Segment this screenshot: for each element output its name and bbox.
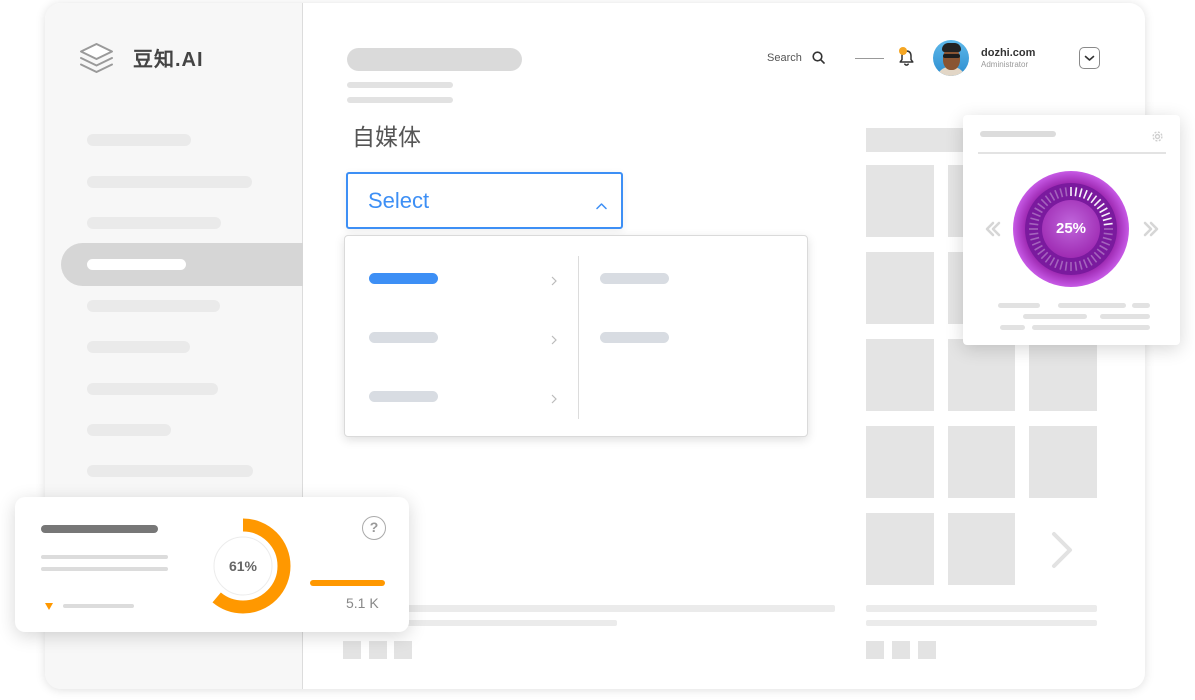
category-select[interactable]: Select <box>346 172 623 229</box>
pagination-button[interactable] <box>369 641 387 659</box>
gallery-thumbnail[interactable] <box>866 513 934 585</box>
sidebar-item[interactable] <box>87 465 253 477</box>
pagination-button[interactable] <box>918 641 936 659</box>
text-placeholder <box>1000 325 1025 330</box>
avatar[interactable] <box>933 40 969 76</box>
chevron-right-icon <box>551 332 557 345</box>
gauge-dial: 25% <box>1013 171 1129 287</box>
user-role: Administrator <box>981 60 1029 69</box>
section-title: 自媒体 <box>352 124 421 150</box>
gauge-card: 25% <box>963 115 1180 345</box>
option-label-placeholder <box>600 273 669 284</box>
sidebar-item[interactable] <box>87 134 191 146</box>
avatar-hair <box>942 43 961 52</box>
question-circle-icon[interactable] <box>362 516 386 540</box>
caret-down-icon <box>45 603 53 610</box>
dropdown-option[interactable] <box>345 379 577 413</box>
pagination-button[interactable] <box>394 641 412 659</box>
option-label-placeholder <box>369 332 438 343</box>
text-placeholder <box>41 555 168 559</box>
chevron-down-icon <box>1080 48 1099 68</box>
pagination-button[interactable] <box>892 641 910 659</box>
sidebar-item[interactable] <box>87 341 190 353</box>
notification-dot <box>899 47 907 55</box>
page-title-placeholder <box>347 48 522 71</box>
option-label-placeholder <box>600 332 669 343</box>
header-divider <box>855 58 884 59</box>
page-subtitle-placeholder <box>347 82 453 88</box>
card-title-placeholder <box>41 525 158 533</box>
avatar-glasses <box>943 54 960 58</box>
gallery-thumbnail[interactable] <box>948 426 1015 498</box>
text-placeholder <box>1058 303 1126 308</box>
dropdown-option-active[interactable] <box>345 261 577 295</box>
gallery-thumbnail[interactable] <box>1029 426 1097 498</box>
dropdown-sub-option[interactable] <box>579 261 807 295</box>
app-stage: 豆知.AI Search dozhi.com Administrator 自媒体… <box>0 0 1195 700</box>
sidebar-item[interactable] <box>87 424 171 436</box>
double-chevron-right-icon[interactable] <box>1143 221 1159 237</box>
stats-card: 61% 5.1 K <box>15 497 409 632</box>
bell-icon[interactable] <box>898 47 915 67</box>
pagination-button[interactable] <box>866 641 884 659</box>
text-placeholder <box>866 620 1097 626</box>
pagination-button[interactable] <box>343 641 361 659</box>
text-placeholder <box>63 604 134 608</box>
logo-text: 豆知.AI <box>133 49 204 71</box>
metric-bar <box>310 580 385 586</box>
card-title-placeholder <box>980 131 1056 137</box>
gear-icon[interactable] <box>1152 129 1163 142</box>
card-divider <box>978 152 1166 154</box>
text-placeholder <box>1032 325 1150 330</box>
select-value: Select <box>368 188 430 213</box>
donut-chart: 61% <box>195 518 291 614</box>
page-subtitle-placeholder <box>347 97 453 103</box>
sidebar-item[interactable] <box>87 217 221 229</box>
text-placeholder <box>998 303 1040 308</box>
gallery-thumbnail[interactable] <box>866 252 934 324</box>
select-dropdown-panel <box>344 235 808 437</box>
gallery-thumbnail[interactable] <box>866 339 934 411</box>
chevron-right-icon[interactable] <box>1050 530 1074 570</box>
chevron-up-icon <box>596 197 607 210</box>
gallery-thumbnail[interactable] <box>1029 339 1097 411</box>
donut-value: 61% <box>228 558 258 574</box>
option-label-placeholder <box>369 273 438 284</box>
text-placeholder <box>1100 314 1150 319</box>
sidebar-item[interactable] <box>87 176 252 188</box>
user-name[interactable]: dozhi.com <box>981 47 1035 60</box>
chevron-right-icon <box>551 273 557 286</box>
chevron-right-icon <box>551 391 557 404</box>
gallery-thumbnail[interactable] <box>948 513 1015 585</box>
text-placeholder <box>343 605 835 612</box>
text-placeholder <box>1023 314 1087 319</box>
gallery-thumbnail[interactable] <box>948 339 1015 411</box>
gallery-thumbnail[interactable] <box>866 426 934 498</box>
layers-icon <box>78 40 115 77</box>
sidebar-item-active[interactable] <box>61 243 303 286</box>
gauge-value: 25% <box>1055 220 1087 237</box>
gallery-thumbnail[interactable] <box>866 165 934 237</box>
sidebar-item[interactable] <box>87 300 220 312</box>
content-footer <box>343 605 835 659</box>
text-placeholder <box>41 567 168 571</box>
text-placeholder <box>866 605 1097 612</box>
text-placeholder <box>1132 303 1150 308</box>
option-label-placeholder <box>369 391 438 402</box>
dropdown-option[interactable] <box>345 320 577 354</box>
sidebar-item-label-placeholder <box>87 259 186 270</box>
search-label[interactable]: Search <box>767 51 802 65</box>
double-chevron-left-icon[interactable] <box>985 221 1001 237</box>
metric-value: 5.1 K <box>346 595 379 611</box>
logo[interactable]: 豆知.AI <box>78 40 218 77</box>
dropdown-sub-option[interactable] <box>579 320 807 354</box>
search-icon[interactable] <box>812 51 825 64</box>
sidebar-item[interactable] <box>87 383 218 395</box>
account-menu-button[interactable] <box>1079 47 1100 69</box>
